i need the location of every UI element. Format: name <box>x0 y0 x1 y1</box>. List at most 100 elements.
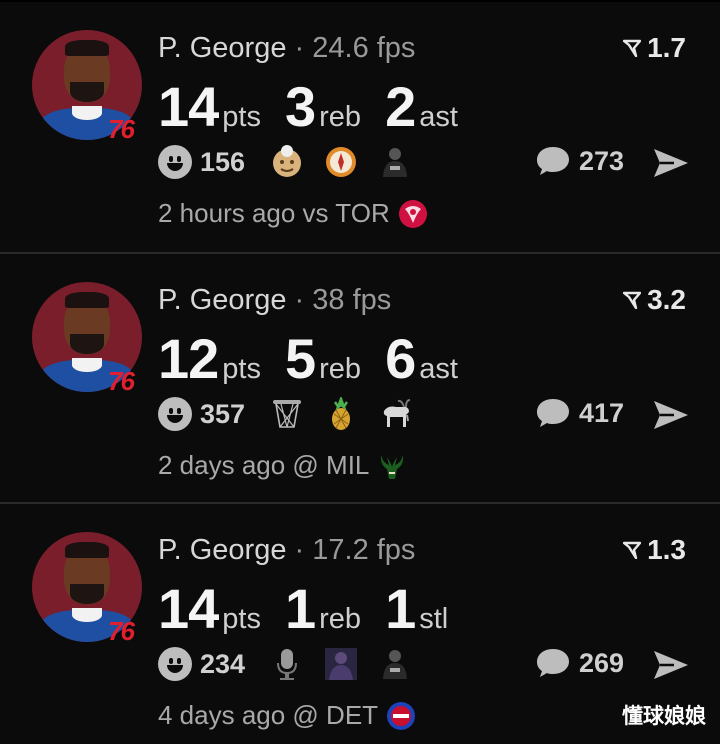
react-smiley-icon[interactable] <box>158 145 192 179</box>
microphone-icon[interactable] <box>267 646 307 682</box>
stat-unit: ast <box>419 353 458 385</box>
grandpa-face-icon[interactable] <box>267 144 307 180</box>
time-and-opponent: 4 days ago @ DET <box>158 700 379 730</box>
beard-shape <box>70 584 104 604</box>
comment-bubble-icon <box>536 649 569 677</box>
stat-unit: reb <box>319 101 362 133</box>
stat-number: 5 <box>284 327 316 390</box>
title-separator: · <box>294 534 305 566</box>
rating-icon <box>623 39 642 57</box>
pistons-logo-icon <box>386 701 416 731</box>
stat-assists: 6 ast <box>385 326 458 391</box>
post-title: P. George · 17.2 fps <box>158 534 415 567</box>
rating-badge: 1.7 <box>623 32 686 64</box>
stat-points: 12 pts <box>158 326 261 391</box>
share-arrow-icon[interactable] <box>652 147 690 179</box>
stat-number: 2 <box>385 75 416 138</box>
stat-line: 14 pts 1 reb 1 stl <box>158 576 472 641</box>
stat-number: 14 <box>158 577 219 640</box>
fps-value: 17.2 fps <box>312 534 416 566</box>
reactions-row: 234 <box>158 646 429 682</box>
stat-assists: 2 ast <box>385 74 458 139</box>
post-card[interactable]: 76 P. George · 24.6 fps 1.7 14 pts 3 reb 2… <box>0 2 720 252</box>
post-meta: 2 hours ago vs TOR <box>158 198 428 229</box>
time-and-opponent: 2 hours ago vs TOR <box>158 198 390 228</box>
nets-player-icon[interactable] <box>375 646 415 682</box>
comment-count: 417 <box>578 397 624 428</box>
player-photo-icon[interactable] <box>321 646 361 682</box>
stat-unit: pts <box>222 603 261 635</box>
comment-button[interactable]: 417 <box>535 396 624 430</box>
rating-icon <box>623 541 642 559</box>
collar-shape <box>72 358 102 372</box>
rating-badge: 3.2 <box>623 284 686 316</box>
sixers-logo-icon: 76 <box>108 366 135 396</box>
comment-button[interactable]: 273 <box>535 144 624 178</box>
stat-line: 14 pts 3 reb 2 ast <box>158 74 482 139</box>
stat-unit: reb <box>319 603 362 635</box>
rating-value: 3.2 <box>647 284 686 315</box>
player-name[interactable]: P. George <box>158 32 286 64</box>
comment-count: 269 <box>578 647 624 678</box>
rating-badge: 1.3 <box>623 534 686 566</box>
basketball-net-icon[interactable] <box>267 396 307 432</box>
stat-number: 3 <box>284 75 316 138</box>
react-smiley-icon[interactable] <box>158 647 192 681</box>
compass-icon[interactable] <box>321 144 361 180</box>
collar-shape <box>72 608 102 622</box>
comment-count: 273 <box>578 145 624 176</box>
bucks-logo-icon <box>377 451 407 481</box>
comment-bubble-icon <box>536 147 569 175</box>
stat-number: 1 <box>284 577 316 640</box>
stat-rebounds: 5 reb <box>285 326 361 391</box>
stat-steals: 1 stl <box>385 576 448 641</box>
stat-points: 14 pts <box>158 74 261 139</box>
reactions-row: 156 <box>158 144 429 180</box>
rating-value: 1.7 <box>647 32 686 63</box>
share-arrow-icon[interactable] <box>652 399 690 431</box>
stat-rebounds: 3 reb <box>285 74 361 139</box>
stat-number: 14 <box>158 75 219 138</box>
post-card[interactable]: 76 P. George · 17.2 fps 1.3 14 pts 1 reb 1… <box>0 504 720 744</box>
pineapple-icon[interactable] <box>321 396 361 432</box>
goat-icon[interactable] <box>375 396 415 432</box>
reactions-row: 357 <box>158 396 429 432</box>
post-card[interactable]: 76 P. George · 38 fps 3.2 12 pts 5 reb 6 as… <box>0 254 720 504</box>
sixers-logo-icon: 76 <box>108 114 135 144</box>
player-name[interactable]: P. George <box>158 284 286 316</box>
post-meta: 2 days ago @ MIL <box>158 450 407 481</box>
stat-number: 1 <box>385 577 416 640</box>
stat-line: 12 pts 5 reb 6 ast <box>158 326 482 391</box>
post-feed: 76 P. George · 24.6 fps 1.7 14 pts 3 reb 2… <box>0 0 720 744</box>
share-arrow-icon[interactable] <box>652 649 690 681</box>
reaction-count: 234 <box>200 648 246 679</box>
reaction-count: 156 <box>200 146 246 177</box>
nets-player-icon[interactable] <box>375 144 415 180</box>
rating-icon <box>623 291 642 309</box>
post-meta: 4 days ago @ DET <box>158 700 416 731</box>
stat-number: 6 <box>385 327 416 390</box>
stat-unit: pts <box>222 101 261 133</box>
comment-button[interactable]: 269 <box>535 646 624 680</box>
reaction-count: 357 <box>200 398 246 429</box>
collar-shape <box>72 106 102 120</box>
watermark: 懂球娘娘 <box>622 705 706 728</box>
fps-value: 24.6 fps <box>312 32 416 64</box>
hair-shape <box>65 40 109 56</box>
time-and-opponent: 2 days ago @ MIL <box>158 450 370 480</box>
player-name[interactable]: P. George <box>158 534 286 566</box>
title-separator: · <box>294 284 305 316</box>
stat-unit: pts <box>222 353 261 385</box>
sixers-logo-icon: 76 <box>108 616 135 646</box>
stat-unit: ast <box>419 101 458 133</box>
raptors-logo-icon <box>398 199 428 229</box>
hair-shape <box>65 292 109 308</box>
comment-bubble-icon <box>536 399 569 427</box>
beard-shape <box>70 82 104 102</box>
beard-shape <box>70 334 104 354</box>
hair-shape <box>65 542 109 558</box>
stat-unit: stl <box>419 603 449 635</box>
react-smiley-icon[interactable] <box>158 397 192 431</box>
title-separator: · <box>294 32 305 64</box>
rating-value: 1.3 <box>647 534 686 565</box>
